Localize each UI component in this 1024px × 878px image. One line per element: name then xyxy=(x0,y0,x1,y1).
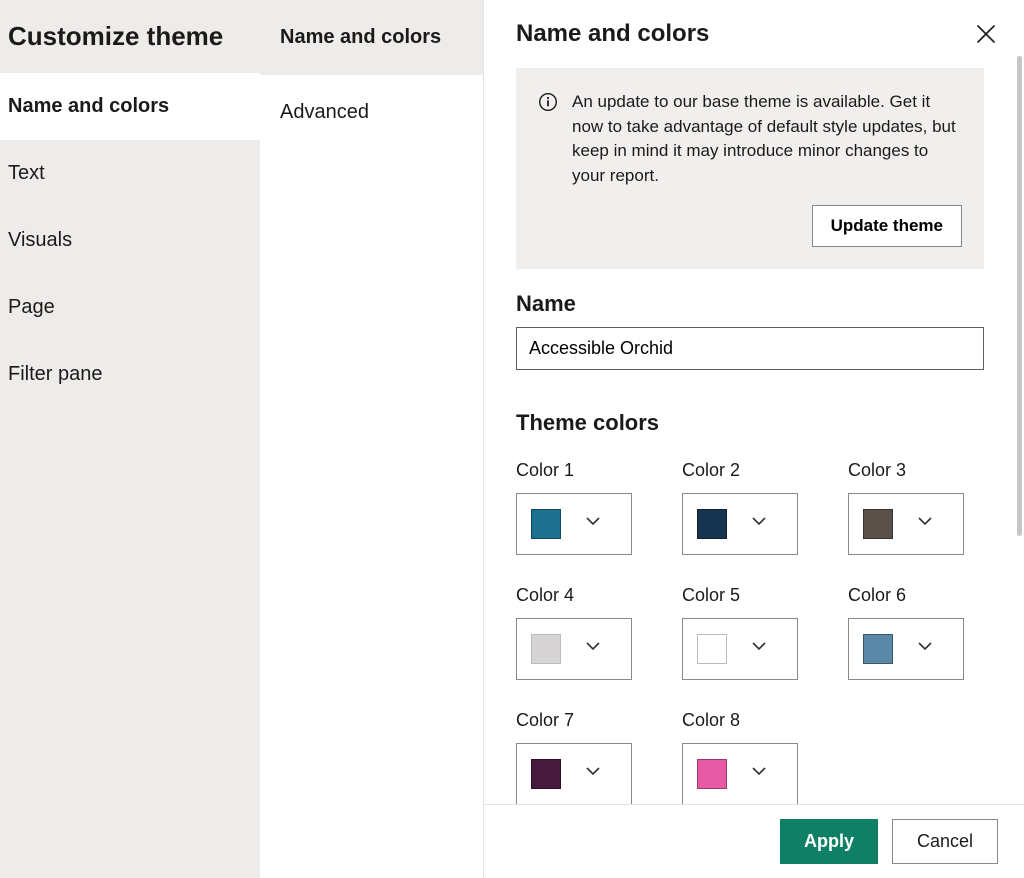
color-picker-4[interactable] xyxy=(516,618,632,680)
color-swatch xyxy=(863,634,893,664)
chevron-down-icon xyxy=(585,763,601,784)
customize-theme-dialog: Customize theme Name and colors Text Vis… xyxy=(0,0,1024,878)
theme-colors-heading: Theme colors xyxy=(516,410,984,436)
color-swatch xyxy=(697,634,727,664)
color-picker-7[interactable] xyxy=(516,743,632,804)
color-picker-1[interactable] xyxy=(516,493,632,555)
apply-button[interactable]: Apply xyxy=(780,819,878,864)
leftnav: Customize theme Name and colors Text Vis… xyxy=(0,0,260,878)
dialog-title: Customize theme xyxy=(0,0,260,73)
color-slot-3: Color 3 xyxy=(848,460,968,555)
name-label: Name xyxy=(516,291,984,317)
color-slot-1: Color 1 xyxy=(516,460,636,555)
update-banner: An update to our base theme is available… xyxy=(516,68,984,269)
chevron-down-icon xyxy=(917,513,933,534)
color-slot-label: Color 2 xyxy=(682,460,802,481)
color-slot-label: Color 1 xyxy=(516,460,636,481)
main-header: Name and colors xyxy=(484,0,1024,56)
chevron-down-icon xyxy=(751,638,767,659)
main-pane: Name and colors An update to our base th… xyxy=(484,0,1024,878)
leftnav-item-label: Text xyxy=(8,162,45,184)
subnav: Name and colors Advanced xyxy=(260,0,484,878)
banner-message: An update to our base theme is available… xyxy=(572,90,962,189)
leftnav-item-page[interactable]: Page xyxy=(0,274,260,341)
subnav-item-advanced[interactable]: Advanced xyxy=(260,75,483,150)
chevron-down-icon xyxy=(751,763,767,784)
color-slot-5: Color 5 xyxy=(682,585,802,680)
chevron-down-icon xyxy=(751,513,767,534)
leftnav-item-filter-pane[interactable]: Filter pane xyxy=(0,341,260,408)
color-slot-label: Color 3 xyxy=(848,460,968,481)
dialog-footer: Apply Cancel xyxy=(484,804,1024,878)
theme-name-input[interactable] xyxy=(516,327,984,370)
color-picker-8[interactable] xyxy=(682,743,798,804)
chevron-down-icon xyxy=(917,638,933,659)
color-slot-label: Color 4 xyxy=(516,585,636,606)
cancel-button[interactable]: Cancel xyxy=(892,819,998,864)
color-slot-4: Color 4 xyxy=(516,585,636,680)
info-icon xyxy=(538,92,558,117)
color-swatch xyxy=(531,634,561,664)
color-slot-label: Color 6 xyxy=(848,585,968,606)
color-swatch xyxy=(531,509,561,539)
leftnav-item-label: Page xyxy=(8,296,55,318)
scrollbar-thumb[interactable] xyxy=(1017,56,1022,536)
color-picker-3[interactable] xyxy=(848,493,964,555)
color-swatch xyxy=(697,509,727,539)
color-slot-6: Color 6 xyxy=(848,585,968,680)
subnav-item-label: Name and colors xyxy=(280,26,441,48)
leftnav-item-visuals[interactable]: Visuals xyxy=(0,207,260,274)
color-slot-label: Color 8 xyxy=(682,710,802,731)
color-picker-2[interactable] xyxy=(682,493,798,555)
color-slot-7: Color 7 xyxy=(516,710,636,804)
chevron-down-icon xyxy=(585,638,601,659)
leftnav-item-name-and-colors[interactable]: Name and colors xyxy=(0,73,260,140)
scroll-area[interactable]: An update to our base theme is available… xyxy=(484,56,1024,804)
subnav-item-label: Advanced xyxy=(280,101,369,123)
subnav-item-name-and-colors[interactable]: Name and colors xyxy=(260,0,483,75)
color-slot-8: Color 8 xyxy=(682,710,802,804)
theme-color-grid: Color 1 Color 2 Color 3 xyxy=(516,460,984,804)
color-slot-label: Color 7 xyxy=(516,710,636,731)
leftnav-item-label: Name and colors xyxy=(8,95,169,117)
chevron-down-icon xyxy=(585,513,601,534)
color-swatch xyxy=(697,759,727,789)
close-button[interactable] xyxy=(972,20,1000,48)
close-icon xyxy=(977,25,995,43)
color-slot-2: Color 2 xyxy=(682,460,802,555)
color-picker-6[interactable] xyxy=(848,618,964,680)
color-picker-5[interactable] xyxy=(682,618,798,680)
leftnav-item-label: Filter pane xyxy=(8,363,103,385)
update-theme-button[interactable]: Update theme xyxy=(812,205,962,247)
leftnav-item-text[interactable]: Text xyxy=(0,140,260,207)
color-swatch xyxy=(531,759,561,789)
color-slot-label: Color 5 xyxy=(682,585,802,606)
color-swatch xyxy=(863,509,893,539)
leftnav-item-label: Visuals xyxy=(8,229,72,251)
page-title: Name and colors xyxy=(516,20,972,48)
